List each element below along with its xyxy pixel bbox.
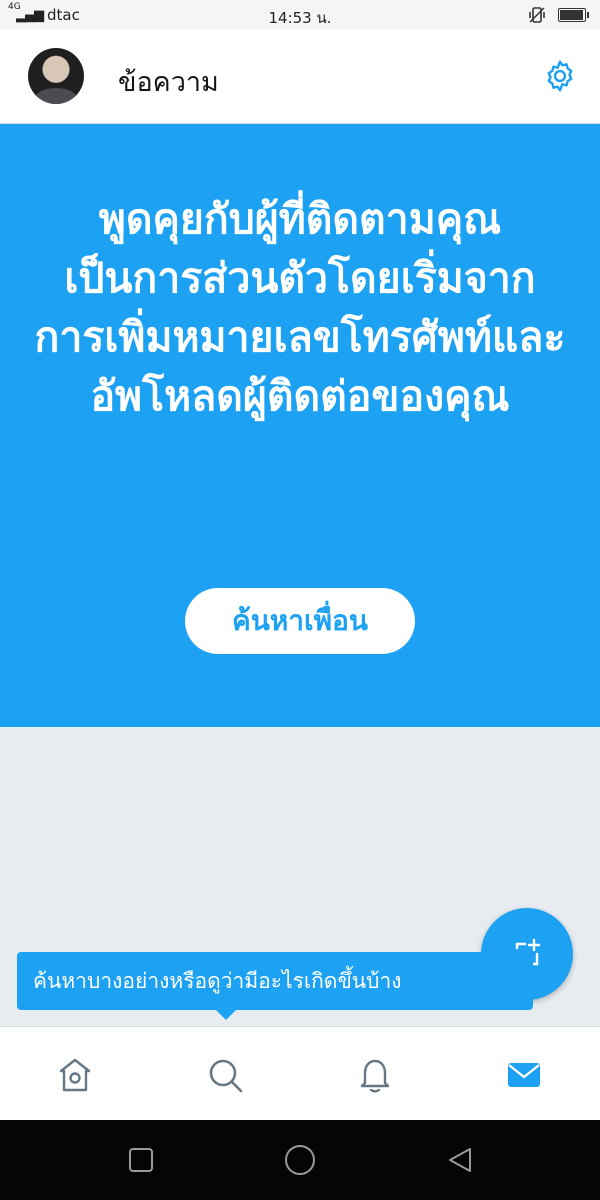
- clock: 14:53 น.: [268, 9, 332, 27]
- empty-state-message: พูดคุยกับผู้ที่ติดตามคุณเป็นการส่วนตัวโด…: [34, 195, 566, 420]
- circle-icon: [285, 1145, 315, 1175]
- nav-messages[interactable]: [502, 1053, 546, 1097]
- empty-state-banner: พูดคุยกับผู้ที่ติดตามคุณเป็นการส่วนตัวโด…: [0, 124, 600, 727]
- search-icon: [209, 1059, 243, 1093]
- home-button[interactable]: [280, 1140, 320, 1180]
- bell-icon: [360, 1059, 390, 1093]
- find-friends-button[interactable]: ค้นหาเพื่อน: [185, 588, 415, 654]
- system-nav-bar: [0, 1120, 600, 1200]
- status-icons: [528, 6, 589, 24]
- mail-icon: [508, 1063, 540, 1087]
- bottom-nav: [0, 1026, 600, 1120]
- tooltip-arrow: [214, 1008, 238, 1020]
- back-triangle-icon: [449, 1148, 471, 1172]
- page-title: ข้อความ: [118, 67, 219, 98]
- battery-level: [560, 10, 584, 20]
- search-tooltip[interactable]: ค้นหาบางอย่างหรือดูว่ามีอะไรเกิดขึ้นบ้าง: [17, 952, 533, 1010]
- nav-notifications[interactable]: [353, 1053, 397, 1097]
- vibrate-icon: [529, 7, 545, 23]
- app-header: ข้อความ: [0, 30, 600, 124]
- status-bar: 4G ▂▄▆ dtac 14:53 น.: [0, 0, 600, 30]
- back-button[interactable]: [440, 1140, 480, 1180]
- nav-search[interactable]: [203, 1053, 247, 1097]
- gear-icon[interactable]: [542, 58, 578, 94]
- home-icon: [59, 1058, 91, 1092]
- nav-home[interactable]: [53, 1053, 97, 1097]
- avatar[interactable]: [28, 48, 84, 104]
- battery-icon: [558, 8, 589, 22]
- square-icon: [129, 1148, 153, 1172]
- recent-apps-button[interactable]: [121, 1140, 161, 1180]
